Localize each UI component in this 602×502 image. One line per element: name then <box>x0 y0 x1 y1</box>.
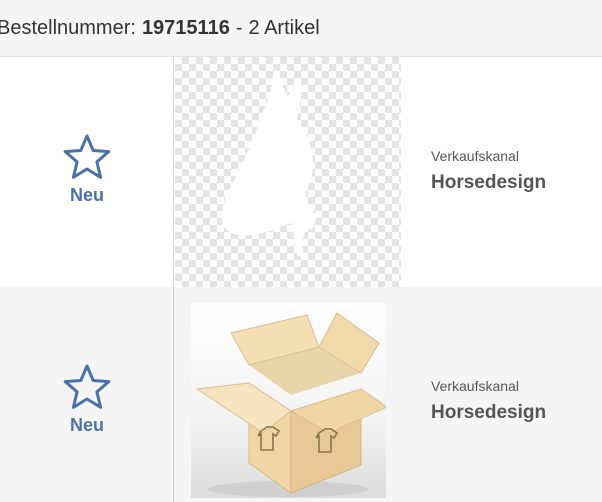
horse-head-silhouette <box>221 69 316 257</box>
order-item-row: Neu Verkaufskanal Horsedesign <box>0 287 602 502</box>
cardboard-box-image <box>195 312 386 497</box>
star-outline-icon <box>0 363 174 411</box>
order-number-label: Bestellnummer: <box>0 16 136 39</box>
channel-label: Verkaufskanal <box>431 378 519 394</box>
channel-label: Verkaufskanal <box>431 148 519 164</box>
status-label: Neu <box>69 185 104 205</box>
star-outline-icon <box>0 133 174 181</box>
sales-channel: Verkaufskanal Horsedesign <box>431 378 546 424</box>
product-thumbnail[interactable] <box>175 57 401 287</box>
order-item-row: Neu Verkaufskanal Horsedesign <box>0 57 602 287</box>
order-separator: - <box>235 16 243 39</box>
item-status-cell: Neu <box>0 287 174 502</box>
order-number: 19715116 <box>141 16 230 39</box>
item-status-cell: Neu <box>0 57 174 287</box>
product-thumbnail[interactable] <box>191 303 386 498</box>
status-badge[interactable]: Neu <box>0 133 174 206</box>
channel-name: Horsedesign <box>431 172 547 193</box>
order-header: Bestellnummer: 19715116 - 2 Artikel <box>0 0 602 57</box>
sales-channel: Verkaufskanal Horsedesign <box>431 148 546 194</box>
order-item-count: 2 Artikel <box>248 16 320 39</box>
status-badge[interactable]: Neu <box>0 363 174 436</box>
channel-name: Horsedesign <box>431 402 547 423</box>
status-label: Neu <box>69 415 104 435</box>
